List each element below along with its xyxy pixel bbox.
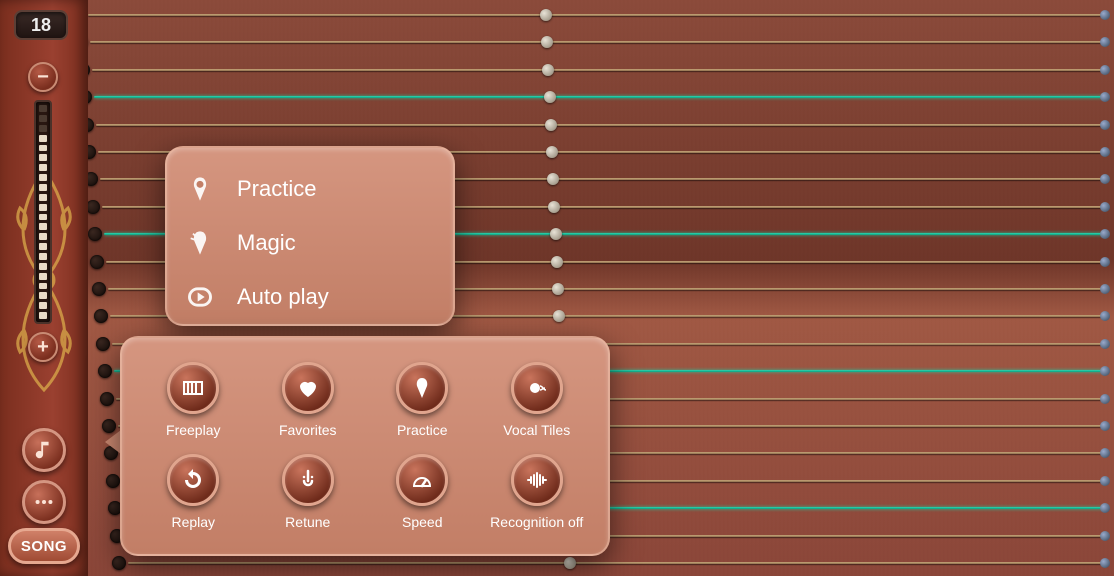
- heart-icon: [282, 362, 334, 414]
- more-button[interactable]: [22, 480, 66, 524]
- tool-label: Vocal Tiles: [503, 422, 570, 438]
- tool-tune[interactable]: Retune: [253, 448, 364, 536]
- meter-bar[interactable]: [34, 100, 52, 324]
- tool-label: Recognition off: [490, 514, 583, 530]
- string[interactable]: [0, 41, 1114, 43]
- string[interactable]: [0, 14, 1114, 16]
- tools-panel: Freeplay Favorites Practice Vocal Tiles Repl…: [120, 336, 610, 556]
- string[interactable]: [0, 69, 1114, 71]
- tool-heart[interactable]: Favorites: [253, 356, 364, 444]
- tool-label: Retune: [285, 514, 330, 530]
- tune-icon: [282, 454, 334, 506]
- tool-voice[interactable]: Vocal Tiles: [482, 356, 593, 444]
- modes-panel: Practice Magic Auto play: [165, 146, 455, 326]
- replay-icon: [167, 454, 219, 506]
- song-button[interactable]: SONG: [8, 528, 80, 564]
- string[interactable]: [0, 562, 1114, 564]
- tool-wave[interactable]: Recognition off: [482, 448, 593, 536]
- plus-button[interactable]: +: [28, 332, 58, 362]
- tool-label: Freeplay: [166, 422, 220, 438]
- mode-autoplay[interactable]: Auto play: [185, 270, 435, 324]
- panel-pointer: [105, 430, 121, 454]
- minus-button[interactable]: −: [28, 62, 58, 92]
- tool-label: Practice: [397, 422, 448, 438]
- tool-replay[interactable]: Replay: [138, 448, 249, 536]
- keys-icon: [167, 362, 219, 414]
- music-button[interactable]: [22, 428, 66, 472]
- tool-pick[interactable]: Practice: [367, 356, 478, 444]
- mode-practice[interactable]: Practice: [185, 162, 435, 216]
- pick-mic-icon: [185, 174, 215, 204]
- play-icon: [185, 282, 215, 312]
- wave-icon: [511, 454, 563, 506]
- voice-icon: [511, 362, 563, 414]
- tool-label: Favorites: [279, 422, 337, 438]
- string[interactable]: [0, 96, 1114, 98]
- mode-magic[interactable]: Magic: [185, 216, 435, 270]
- tool-keys[interactable]: Freeplay: [138, 356, 249, 444]
- string[interactable]: [0, 124, 1114, 126]
- meter: − +: [28, 62, 58, 362]
- string[interactable]: [0, 151, 1114, 153]
- pick-star-icon: [185, 228, 215, 258]
- string-counter: 18: [14, 10, 68, 40]
- gauge-icon: [396, 454, 448, 506]
- tool-label: Replay: [171, 514, 215, 530]
- mode-label: Practice: [237, 176, 316, 202]
- mode-label: Magic: [237, 230, 296, 256]
- mode-label: Auto play: [237, 284, 329, 310]
- tool-gauge[interactable]: Speed: [367, 448, 478, 536]
- pick-icon: [396, 362, 448, 414]
- tool-label: Speed: [402, 514, 442, 530]
